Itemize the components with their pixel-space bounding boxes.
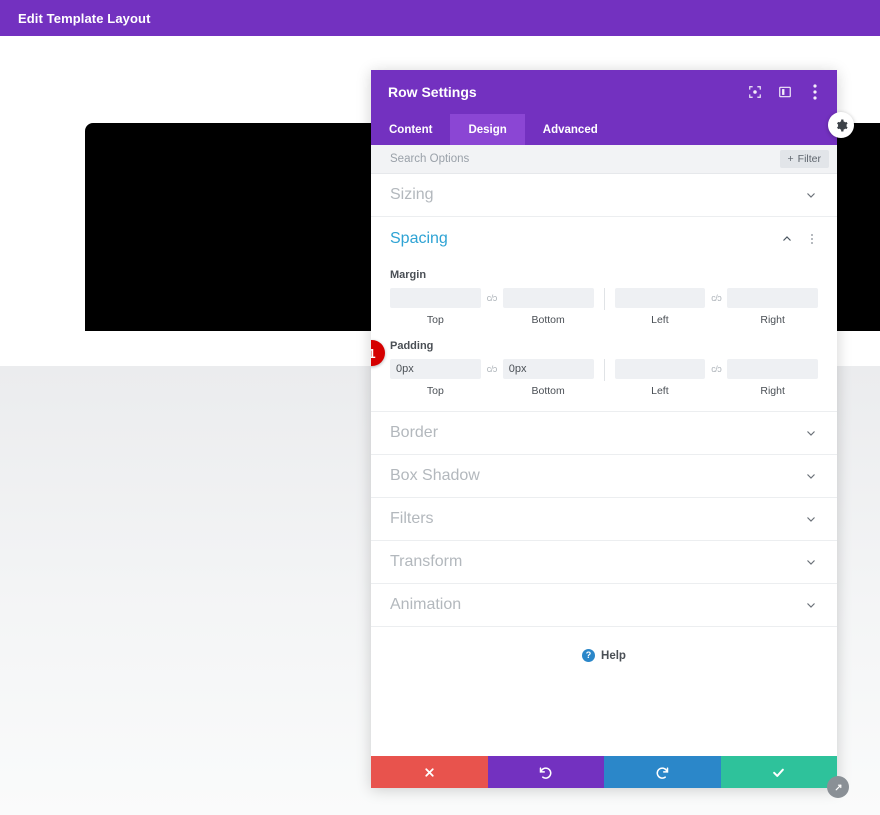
padding-bottom-label: Bottom	[531, 385, 565, 397]
settings-gear-icon[interactable]	[828, 112, 854, 138]
chevron-down-icon	[804, 598, 818, 612]
admin-bar-title: Edit Template Layout	[18, 10, 151, 26]
padding-label: Padding	[390, 340, 434, 352]
padding-right-input[interactable]	[727, 359, 818, 379]
spacing-panel: 1 Margin Top c/ɔ Bottom Left c/ɔ Right P…	[371, 269, 837, 412]
help-link[interactable]: ? Help	[371, 627, 837, 662]
section-box-shadow-label: Box Shadow	[390, 467, 480, 484]
section-spacing[interactable]: Spacing	[371, 217, 837, 261]
padding-top-input[interactable]	[390, 359, 481, 379]
padding-top-label: Top	[426, 385, 444, 397]
margin-bottom-label: Bottom	[531, 314, 565, 326]
admin-bar: Edit Template Layout	[0, 0, 880, 36]
redo-button[interactable]	[604, 756, 721, 788]
padding-bottom-input[interactable]	[502, 359, 594, 379]
tab-design[interactable]: Design	[450, 114, 525, 145]
filter-button[interactable]: + Filter	[779, 150, 829, 168]
chevron-down-icon	[804, 512, 818, 526]
margin-divider	[603, 288, 605, 310]
margin-right-input[interactable]	[727, 288, 818, 308]
padding-right-field: Right	[727, 359, 818, 397]
padding-field-row: Top c/ɔ Bottom Left c/ɔ	[390, 359, 818, 397]
search-options-row: + Filter	[371, 145, 837, 174]
margin-label: Margin	[390, 269, 427, 281]
modal-body: Sizing Spacing 1 Margin Top c/ɔ Bottom L…	[371, 174, 837, 756]
undo-icon	[540, 766, 552, 779]
section-transform-label: Transform	[390, 553, 463, 570]
tab-advanced[interactable]: Advanced	[525, 114, 616, 145]
resize-arrow-icon	[835, 784, 841, 790]
help-label: Help	[601, 649, 626, 662]
section-filters[interactable]: Filters	[371, 498, 837, 541]
section-spacing-label: Spacing	[390, 230, 448, 247]
padding-top-field: Top	[390, 359, 481, 397]
margin-bottom-field: Bottom	[502, 288, 594, 326]
responsive-preview-icon[interactable]	[747, 84, 763, 100]
row-settings-modal: Row Settings Content Design Advanced Sea…	[371, 70, 849, 798]
padding-left-label: Left	[651, 385, 669, 397]
plus-icon: +	[787, 153, 794, 165]
modal-tab-bar: Content Design Advanced	[371, 114, 837, 145]
panel-layout-icon[interactable]	[777, 84, 793, 100]
section-sizing[interactable]: Sizing	[371, 174, 837, 217]
modal-header: Row Settings	[371, 70, 837, 114]
section-filters-label: Filters	[390, 510, 434, 527]
cancel-button[interactable]	[371, 756, 488, 788]
margin-top-input[interactable]	[390, 288, 481, 308]
margin-right-field: Right	[727, 288, 818, 326]
margin-top-field: Top	[390, 288, 481, 326]
section-animation-label: Animation	[390, 596, 462, 613]
help-question-icon: ?	[582, 649, 596, 662]
margin-left-right-link-icon[interactable]: c/ɔ	[705, 288, 727, 308]
padding-left-input[interactable]	[614, 359, 706, 379]
chevron-down-icon	[804, 426, 818, 440]
undo-button[interactable]	[487, 756, 604, 788]
padding-right-label: Right	[760, 385, 785, 397]
modal-footer	[371, 756, 849, 798]
search-input[interactable]	[390, 153, 780, 165]
checkmark-icon	[773, 768, 785, 777]
chevron-down-icon	[804, 188, 818, 202]
section-sizing-label: Sizing	[390, 186, 434, 203]
margin-right-label: Right	[760, 314, 785, 326]
margin-field-row: Top c/ɔ Bottom Left c/ɔ Right	[390, 288, 818, 326]
section-animation[interactable]: Animation	[371, 584, 837, 627]
margin-left-input[interactable]	[614, 288, 706, 308]
more-options-icon[interactable]	[807, 84, 823, 100]
margin-left-field: Left	[614, 288, 706, 326]
section-transform[interactable]: Transform	[371, 541, 837, 584]
header-icon-group	[747, 84, 823, 100]
step-marker-badge: 1	[371, 340, 385, 366]
filter-button-label: Filter	[797, 153, 821, 165]
padding-top-bottom-link-icon[interactable]: c/ɔ	[481, 359, 503, 379]
margin-left-label: Left	[651, 314, 669, 326]
padding-left-right-link-icon[interactable]: c/ɔ	[705, 359, 727, 379]
padding-bottom-field: Bottom	[502, 359, 594, 397]
margin-bottom-input[interactable]	[502, 288, 594, 308]
spacing-more-options-icon[interactable]	[806, 231, 818, 247]
section-box-shadow[interactable]: Box Shadow	[371, 455, 837, 498]
chevron-down-icon	[804, 555, 818, 569]
chevron-down-icon	[804, 469, 818, 483]
redo-icon	[656, 766, 668, 779]
tab-content[interactable]: Content	[371, 114, 450, 145]
margin-top-label: Top	[426, 314, 444, 326]
section-border[interactable]: Border	[371, 412, 837, 455]
save-button[interactable]	[720, 756, 837, 788]
modal-resize-handle[interactable]	[827, 776, 849, 798]
close-icon	[425, 767, 434, 777]
modal-title: Row Settings	[388, 84, 477, 100]
margin-top-bottom-link-icon[interactable]: c/ɔ	[481, 288, 503, 308]
chevron-up-icon	[780, 232, 794, 246]
section-border-label: Border	[390, 424, 439, 441]
padding-left-field: Left	[614, 359, 706, 397]
padding-divider	[603, 359, 605, 381]
